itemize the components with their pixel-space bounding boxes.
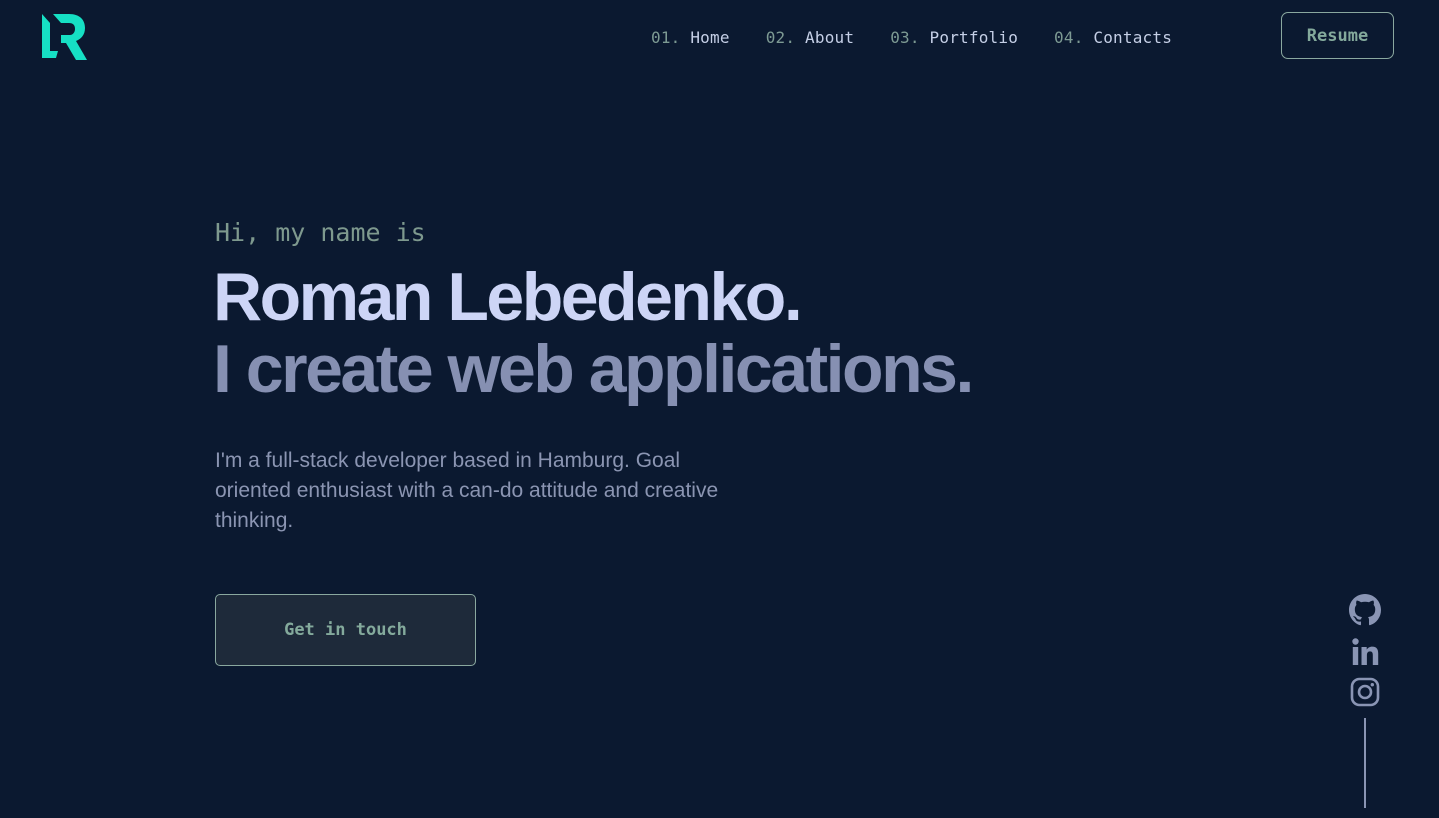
github-link[interactable]	[1349, 594, 1381, 626]
instagram-icon	[1350, 677, 1380, 707]
github-icon	[1349, 594, 1381, 626]
hero-tagline: I create web applications.	[213, 331, 974, 407]
nav-item-home[interactable]: 01. Home	[651, 28, 730, 47]
resume-button[interactable]: Resume	[1281, 12, 1394, 59]
nav-item-contacts[interactable]: 04. Contacts	[1054, 28, 1172, 47]
main-nav: 01. Home 02. About 03. Portfolio 04. Con…	[651, 26, 1172, 48]
nav-item-number: 03.	[890, 27, 920, 47]
hero-intro: I'm a full-stack developer based in Hamb…	[215, 449, 719, 532]
get-in-touch-button[interactable]: Get in touch	[215, 594, 476, 666]
linkedin-icon	[1352, 638, 1379, 665]
hero-name: Roman Lebedenko.	[213, 259, 803, 335]
logo[interactable]	[42, 14, 88, 60]
r-monogram-logo-icon	[42, 14, 87, 60]
nav-item-number: 02.	[765, 27, 796, 47]
nav-item-number: 01.	[651, 27, 681, 47]
nav-item-label: Contacts	[1093, 27, 1173, 47]
instagram-link[interactable]	[1349, 676, 1381, 708]
nav-item-label: Portfolio	[929, 27, 1019, 47]
social-divider-line	[1364, 718, 1366, 808]
hero-greeting: Hi, my name is	[215, 218, 426, 247]
nav-item-portfolio[interactable]: 03. Portfolio	[890, 28, 1018, 47]
nav-item-number: 04.	[1054, 27, 1084, 47]
nav-item-label: Home	[690, 27, 730, 47]
nav-item-label: About	[805, 27, 855, 47]
nav-item-about[interactable]: 02. About	[766, 28, 855, 47]
linkedin-link[interactable]	[1349, 636, 1381, 668]
